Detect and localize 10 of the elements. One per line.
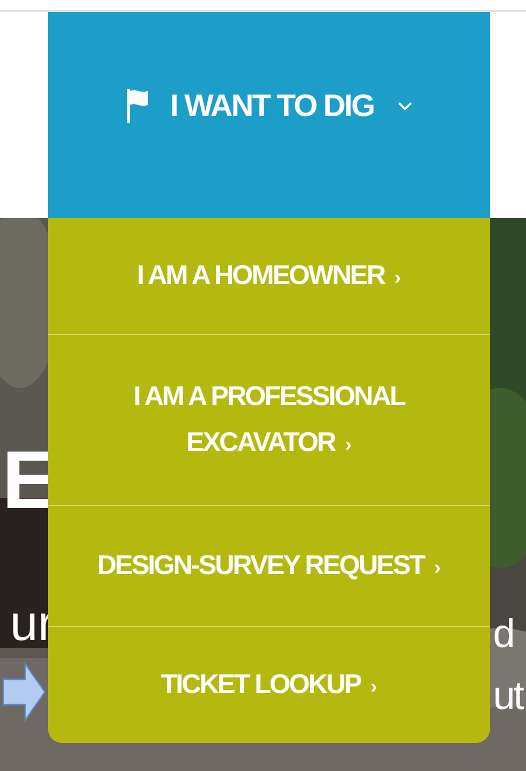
menu-item[interactable]: I AM A PROFESSIONAL EXCAVATOR ›: [48, 335, 490, 506]
hero-text: ut: [493, 676, 522, 716]
arrow-icon: [2, 662, 46, 722]
menu-item[interactable]: TICKET LOOKUP ›: [48, 627, 490, 743]
menu-item[interactable]: I AM A HOMEOWNER ›: [48, 218, 490, 335]
nav-tab[interactable]: I WANT TO DIG: [48, 12, 490, 218]
menu-item[interactable]: DESIGN-SURVEY REQUEST ›: [48, 506, 490, 627]
chevron-down-icon: [398, 102, 412, 110]
flag-icon: [126, 89, 150, 123]
hero-text: d: [493, 614, 514, 654]
